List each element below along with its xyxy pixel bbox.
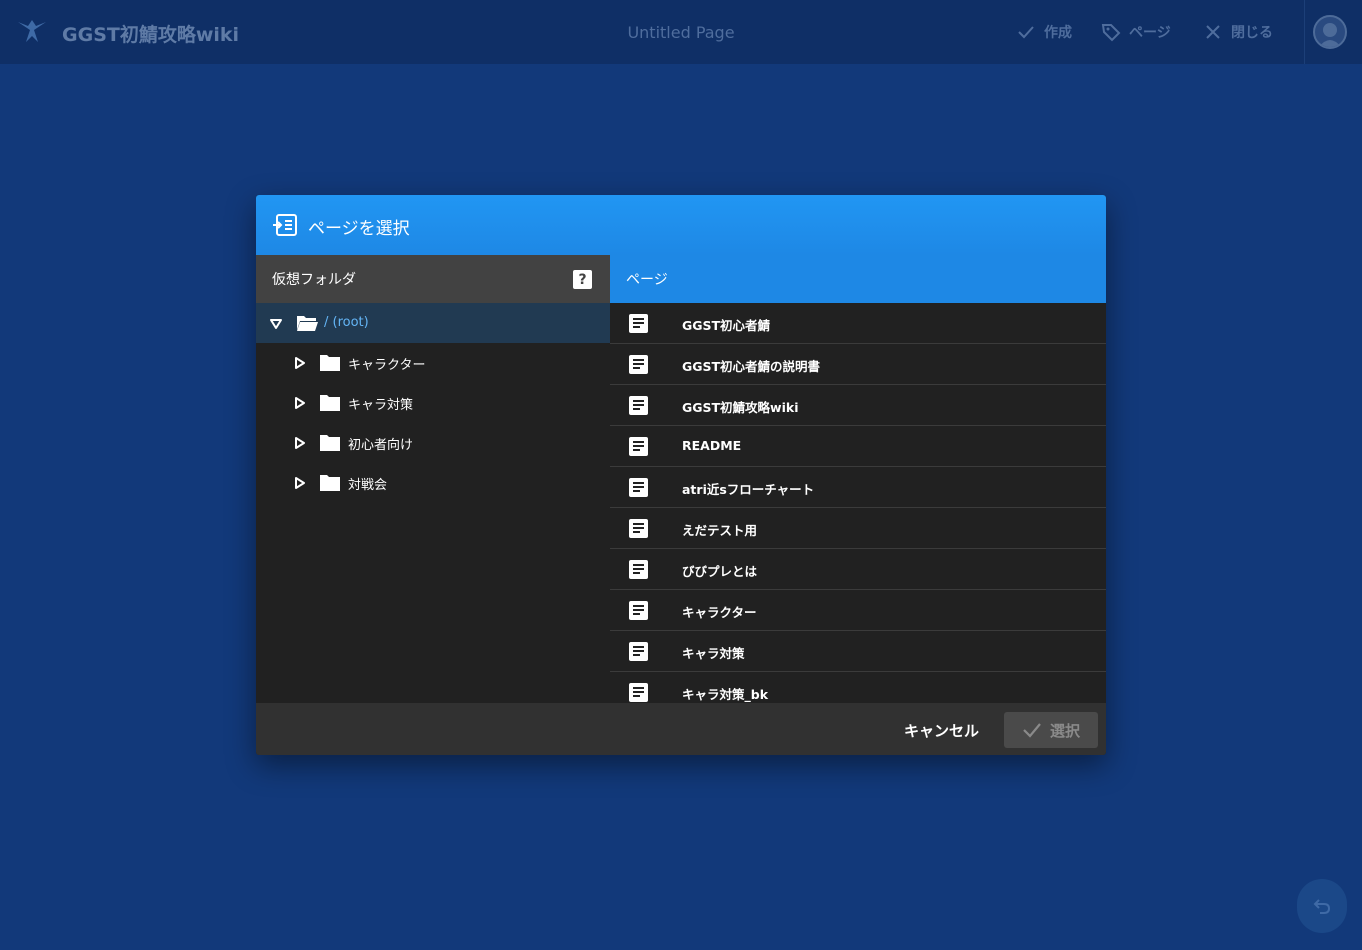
folder-root[interactable]: / (root) <box>256 303 610 343</box>
folder-icon <box>320 395 340 411</box>
page-pane-header: ページ <box>610 255 1106 303</box>
root-label: / (root) <box>324 315 369 330</box>
page-pane-title: ページ <box>626 272 668 288</box>
page-list-item[interactable]: GGST初心者鯖の説明書 <box>610 344 1106 385</box>
document-icon <box>629 560 648 579</box>
folder-icon <box>320 475 340 491</box>
folder-open-icon <box>297 316 318 331</box>
folder-item[interactable]: 対戦会 <box>256 463 610 503</box>
create-button[interactable]: 作成 <box>1016 22 1072 42</box>
page-list-item[interactable]: びびプレとは <box>610 549 1106 590</box>
folder-label: 初心者向け <box>348 438 414 453</box>
folder-pane-title: 仮想フォルダ <box>272 272 356 288</box>
select-page-icon <box>273 214 297 236</box>
check-icon <box>1023 723 1041 738</box>
return-fab[interactable] <box>1297 879 1347 933</box>
folder-item[interactable]: キャラクター <box>256 343 610 383</box>
page-label: ページ <box>1129 25 1171 41</box>
page-list-item-label: キャラクター <box>682 605 757 620</box>
caret-right-icon[interactable] <box>294 357 306 369</box>
folder-label: キャラクター <box>348 358 426 373</box>
page-list-item-label: えだテスト用 <box>682 523 758 538</box>
document-icon <box>629 642 648 661</box>
close-icon <box>1206 25 1220 39</box>
caret-right-icon[interactable] <box>294 397 306 409</box>
page-list-item-label: びびプレとは <box>682 564 758 579</box>
page-list-item-label: GGST初心者鯖 <box>682 318 771 333</box>
page-list-item[interactable]: キャラクター <box>610 590 1106 631</box>
document-icon <box>629 437 648 456</box>
caret-right-icon[interactable] <box>294 437 306 449</box>
document-icon <box>629 478 648 497</box>
caret-right-icon[interactable] <box>294 477 306 489</box>
folder-label: キャラ対策 <box>348 398 414 413</box>
document-icon <box>629 519 648 538</box>
page-list-item-label: キャラ対策_bk <box>682 687 769 702</box>
close-button[interactable]: 閉じる <box>1203 22 1273 42</box>
check-icon <box>1018 26 1034 39</box>
caret-down-icon[interactable] <box>270 318 282 330</box>
undo-icon <box>1313 899 1331 914</box>
dialog-header: ページを選択 <box>256 195 1106 255</box>
folder-pane: 仮想フォルダ ? / (root) キャラクター キャラ対策 初心者向け 対戦会 <box>256 255 610 703</box>
select-button-label: 選択 <box>1049 721 1080 740</box>
page-list-item-label: キャラ対策 <box>682 646 745 661</box>
top-app-bar: GGST初鯖攻略wiki Untitled Page 作成 ページ 閉じる <box>0 0 1362 64</box>
folder-pane-header: 仮想フォルダ ? <box>256 255 610 303</box>
page-list-item[interactable]: README <box>610 426 1106 467</box>
document-icon <box>629 601 648 620</box>
page-list-item[interactable]: キャラ対策 <box>610 631 1106 672</box>
page-list-item[interactable]: GGST初鯖攻略wiki <box>610 385 1106 426</box>
help-icon[interactable]: ? <box>573 270 592 289</box>
page-list-item-label: GGST初鯖攻略wiki <box>682 400 799 415</box>
topbar-divider <box>1304 0 1305 64</box>
document-icon <box>629 355 648 374</box>
cancel-button[interactable]: キャンセル <box>904 720 979 741</box>
account-avatar[interactable] <box>1313 15 1347 49</box>
page-list-item-label: atri近sフローチャート <box>682 482 815 497</box>
page-list-item-label: GGST初心者鯖の説明書 <box>682 359 821 374</box>
page-list-item[interactable]: えだテスト用 <box>610 508 1106 549</box>
page-pane: ページ GGST初心者鯖 GGST初心者鯖の説明書 GGST初鯖攻略wiki R… <box>610 255 1106 703</box>
dialog-title: ページを選択 <box>308 219 410 239</box>
page-select-dialog: ページを選択 仮想フォルダ ? / (root) キャラクター キャラ対策 初心… <box>256 195 1106 755</box>
folder-icon <box>320 435 340 451</box>
page-list-item[interactable]: atri近sフローチャート <box>610 467 1106 508</box>
page-list[interactable]: GGST初心者鯖 GGST初心者鯖の説明書 GGST初鯖攻略wiki READM… <box>610 303 1106 703</box>
page-list-item-label: README <box>682 438 742 453</box>
page-button[interactable]: ページ <box>1101 22 1171 42</box>
avatar-icon <box>1319 23 1341 47</box>
folder-icon <box>320 355 340 371</box>
tag-icon <box>1101 24 1121 42</box>
folder-item[interactable]: キャラ対策 <box>256 383 610 423</box>
folder-item[interactable]: 初心者向け <box>256 423 610 463</box>
dialog-footer: キャンセル 選択 <box>256 703 1106 755</box>
document-icon <box>629 683 648 702</box>
close-label: 閉じる <box>1231 25 1273 41</box>
document-icon <box>629 314 648 333</box>
select-button[interactable]: 選択 <box>1004 712 1098 748</box>
page-list-item[interactable]: キャラ対策_bk <box>610 672 1106 703</box>
create-label: 作成 <box>1044 25 1072 41</box>
folder-label: 対戦会 <box>348 478 388 493</box>
page-list-item[interactable]: GGST初心者鯖 <box>610 303 1106 344</box>
document-icon <box>629 396 648 415</box>
